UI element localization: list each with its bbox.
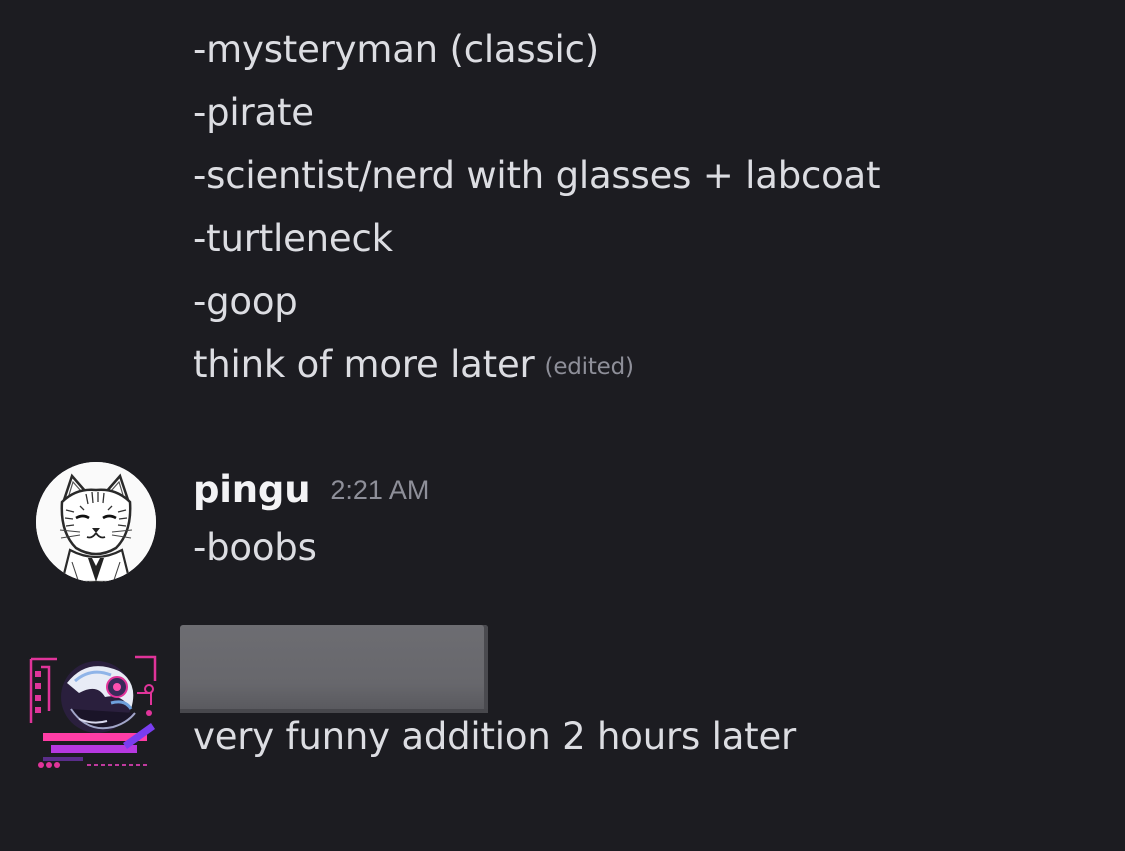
message-text: very funny addition 2 hours later — [193, 715, 797, 758]
message-line: -mysteryman (classic) — [193, 28, 600, 71]
message-line-last: think of more later (edited) — [193, 333, 1093, 399]
message-redacted-author[interactable]: very funny addition 2 hours later — [0, 625, 1125, 785]
message-line: -scientist/nerd with glasses + labcoat — [193, 154, 881, 197]
redacted-username — [180, 625, 488, 713]
message-line: -turtleneck — [193, 217, 393, 260]
cat-sketch-avatar-icon[interactable] — [36, 462, 156, 582]
message-line-text: think of more later — [193, 343, 535, 386]
pink-cyber-avatar-icon[interactable] — [27, 653, 157, 775]
message-line: -goop — [193, 280, 298, 323]
message-text: -boobs — [193, 526, 317, 569]
username[interactable]: pingu — [193, 468, 311, 511]
edited-label: (edited) — [544, 354, 634, 380]
timestamp: 2:21 AM — [330, 475, 430, 505]
message-line: -pirate — [193, 91, 314, 134]
chat-messages: -mysteryman (classic) -pirate -scientist… — [0, 0, 1125, 851]
message-header: pingu 2:21 AM — [193, 468, 429, 511]
message-pingu[interactable]: pingu 2:21 AM -boobs — [0, 460, 1125, 590]
continued-message[interactable]: -mysteryman (classic) -pirate -scientist… — [193, 18, 1093, 399]
